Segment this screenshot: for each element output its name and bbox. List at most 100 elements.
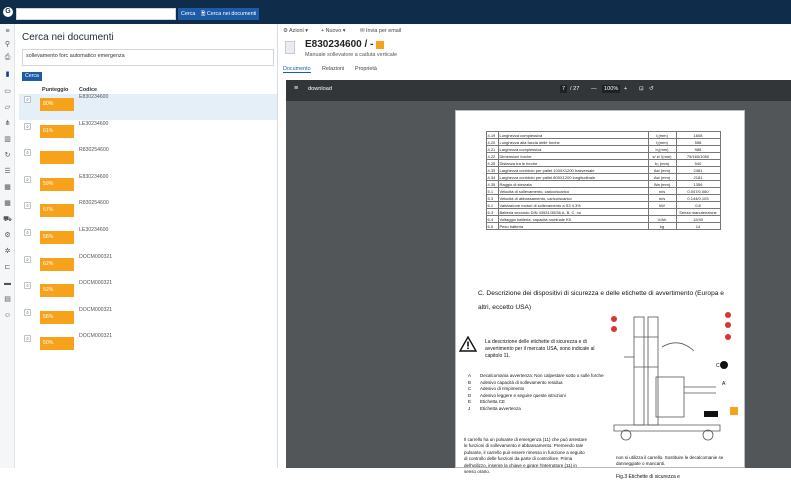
emergency-paragraph: Il carrello ha un pulsante di emergenza …: [464, 437, 587, 475]
global-search-button[interactable]: Cerca: [178, 8, 199, 20]
filter-icon[interactable]: ⚲: [3, 41, 12, 49]
rotate-icon[interactable]: ↺: [649, 86, 654, 92]
spec-unit: l₂(mm): [647, 138, 677, 146]
spec-unit: Ast (mm): [647, 173, 677, 181]
fit-page-icon[interactable]: ⊡: [639, 86, 644, 92]
score-badge: 62%: [40, 257, 74, 271]
spec-unit: b₁(mm): [647, 145, 677, 153]
spec-label: Larghezza corridoio per pallet 1000X1200…: [497, 166, 649, 174]
app-logo-icon[interactable]: G: [3, 7, 13, 17]
result-code[interactable]: DOCM000321: [79, 333, 112, 339]
result-row[interactable]: ⌕ 80% E830234600: [19, 94, 277, 120]
expand-icon[interactable]: ⌕: [24, 149, 31, 157]
result-row[interactable]: ⌕ 50% DOCM000321: [19, 333, 277, 359]
expand-icon[interactable]: ⌕: [24, 308, 31, 316]
spec-number: 4.34: [485, 173, 499, 181]
expand-icon[interactable]: ⌕: [24, 202, 31, 210]
document-title: E830234600 / -: [305, 39, 374, 50]
result-row[interactable]: ⌕ 56% DOCM000321: [19, 307, 277, 333]
global-search-input[interactable]: [16, 8, 176, 20]
mail-icon: ✉: [360, 28, 365, 34]
result-code[interactable]: E830234600: [79, 94, 108, 100]
spec-value: 540: [675, 159, 721, 167]
result-code[interactable]: DOCM000321: [79, 280, 112, 286]
spec-value: 0.047/0.060: [675, 187, 721, 195]
result-row[interactable]: ⌕ 57% R830254600: [19, 200, 277, 226]
expand-icon[interactable]: ⌕: [24, 96, 31, 103]
column-header-score[interactable]: Punteggio: [42, 87, 68, 93]
folder-open-icon[interactable]: ▱: [3, 104, 12, 112]
document-search-input[interactable]: sollevamento forc automatico emergenza: [22, 49, 274, 66]
score-badge: 61%: [40, 124, 74, 138]
result-row[interactable]: ⌕ 56% LE30234600: [19, 227, 277, 253]
result-row[interactable]: ⌕ 62% DOCM000321: [19, 254, 277, 280]
list-icon[interactable]: ☰: [3, 168, 12, 176]
refresh-icon[interactable]: ↻: [3, 152, 12, 160]
expand-icon[interactable]: ⌕: [24, 175, 31, 183]
menu-icon[interactable]: ≡: [294, 85, 298, 92]
expand-icon[interactable]: ⌕: [24, 229, 31, 236]
result-code[interactable]: E830234600: [79, 174, 108, 180]
spec-number: 4.33: [485, 166, 499, 174]
battery-icon[interactable]: ▬: [3, 280, 12, 288]
gear-icon[interactable]: ✲: [3, 248, 12, 256]
result-code[interactable]: DOCM000321: [79, 307, 112, 313]
spec-label: Dimensioni forche: [497, 152, 649, 160]
menu-icon[interactable]: ≡: [3, 28, 12, 36]
column-header-code[interactable]: Codice: [79, 87, 97, 93]
result-row[interactable]: ⌕ R830254600: [19, 147, 277, 173]
calendar-icon[interactable]: ▦: [3, 184, 12, 192]
label-text: Decalcomania avvertenza: Non calpestare …: [480, 373, 604, 378]
result-code[interactable]: LE30234600: [79, 121, 108, 127]
expand-icon[interactable]: ⌕: [24, 122, 31, 130]
spec-unit: V/Ah: [647, 215, 677, 223]
calendar-icon[interactable]: ▦: [3, 200, 12, 208]
expand-icon[interactable]: ⌕: [24, 255, 31, 263]
chevron-down-icon: ▾: [305, 28, 308, 34]
folder-icon[interactable]: ▭: [3, 88, 12, 96]
figure-tag-a: A: [722, 381, 726, 387]
settings-icon[interactable]: ⚙: [3, 232, 12, 240]
clipboard-icon[interactable]: ▤: [3, 296, 12, 304]
spec-value: 0.8: [675, 201, 721, 209]
spec-value: 2481: [675, 166, 721, 174]
result-code[interactable]: LE30234600: [79, 227, 108, 233]
expand-icon[interactable]: ⌕: [24, 282, 31, 290]
result-code[interactable]: R830254600: [79, 147, 109, 153]
forklift-icon[interactable]: ⊏: [3, 264, 12, 272]
tab-documento[interactable]: Documento: [283, 66, 311, 73]
zoom-in-button[interactable]: +: [624, 86, 627, 92]
result-row[interactable]: ⌕ 61% LE30234600: [19, 121, 277, 147]
labels-list: A Decalcomania avvertenza: Non calpestare…: [464, 373, 604, 412]
result-code[interactable]: DOCM000321: [79, 254, 112, 260]
user-icon[interactable]: ☺: [3, 312, 12, 320]
result-row[interactable]: ⌕ 52% DOCM000321: [19, 280, 277, 306]
pdf-page: 4.19 Lunghezza complessiva l₁(mm) 1608 4.20 L…: [455, 110, 745, 480]
print-icon[interactable]: ⎙: [3, 54, 12, 62]
result-row[interactable]: ⌕ 59% E830234600: [19, 174, 277, 200]
tab-relazioni[interactable]: Relazioni: [322, 66, 344, 72]
score-badge: 80%: [40, 98, 74, 111]
document-search-button[interactable]: Cerca: [22, 72, 42, 81]
spec-label: Batteria secondo DIN 43531/35/36 A, B, C…: [497, 208, 649, 216]
sitemap-icon[interactable]: ⋔: [3, 120, 12, 128]
result-code[interactable]: R830254600: [79, 200, 109, 206]
search-documents-button[interactable]: 🗎 Cerca nei documenti: [198, 8, 260, 20]
document-panel: ⚙ Azioni ▾ + Nuovo ▾ ✉ Invia per email E…: [278, 24, 791, 480]
spec-unit: kW: [647, 201, 677, 209]
spec-unit: Ast (mm): [647, 166, 677, 174]
expand-icon[interactable]: ⌕: [24, 335, 31, 343]
send-email-button[interactable]: ✉ Invia per email: [360, 28, 401, 34]
spec-row: 4.21 Larghezza complessiva b₁(mm) 988: [476, 145, 721, 153]
page-number-input[interactable]: 7: [560, 85, 568, 93]
tab-proprieta[interactable]: Proprietà: [355, 66, 377, 72]
spec-value: 1608: [675, 131, 721, 139]
zoom-out-button[interactable]: —: [591, 86, 597, 92]
zoom-level[interactable]: 100%: [602, 85, 621, 93]
truck-icon[interactable]: ⛟: [3, 216, 12, 224]
spec-row: 6.4 Voltaggio batteria, capacità nominale…: [476, 215, 721, 223]
new-menu[interactable]: + Nuovo ▾: [321, 28, 345, 34]
building-icon[interactable]: ▥: [3, 136, 12, 144]
actions-menu[interactable]: ⚙ Azioni ▾: [283, 28, 308, 34]
flag-icon[interactable]: ▮: [3, 71, 12, 79]
